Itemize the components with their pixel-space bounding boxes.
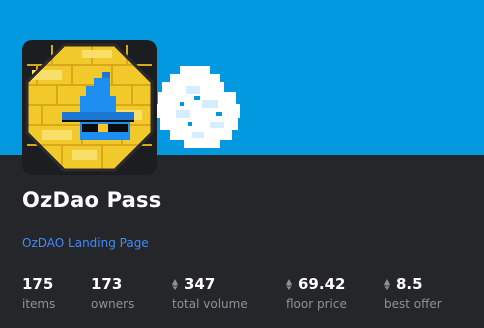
stat-label: floor price (286, 297, 347, 311)
stat-items: 175 items (22, 274, 55, 311)
stat-value-text: 347 (184, 275, 216, 293)
stat-value-text: 173 (91, 275, 123, 293)
stat-label: owners (91, 297, 135, 311)
wizard-hat-logo-icon (25, 43, 154, 172)
eth-icon (384, 278, 390, 290)
stat-owners: 173 owners (91, 274, 134, 311)
stat-floor-price: 69.42 floor price (286, 274, 347, 311)
landing-page-link[interactable]: OzDAO Landing Page (22, 236, 149, 250)
stat-value: 69.42 (286, 274, 347, 294)
stat-best-offer: 8.5 best offer (384, 274, 442, 311)
collection-avatar (22, 40, 157, 175)
stat-value-text: 69.42 (298, 275, 346, 293)
stat-value-text: 8.5 (396, 275, 423, 293)
stat-label: items (22, 297, 56, 311)
eth-icon (172, 278, 178, 290)
stat-value-text: 175 (22, 275, 54, 293)
stat-label: total volume (172, 297, 248, 311)
stat-total-volume: 347 total volume (172, 274, 248, 311)
pixel-cloud-decoration (154, 66, 240, 148)
stat-value: 8.5 (384, 274, 442, 294)
eth-icon (286, 278, 292, 290)
stat-value: 347 (172, 274, 248, 294)
stat-value: 175 (22, 274, 55, 294)
collection-name: OzDao Pass (22, 188, 162, 212)
stat-value: 173 (91, 274, 134, 294)
stat-label: best offer (384, 297, 442, 311)
